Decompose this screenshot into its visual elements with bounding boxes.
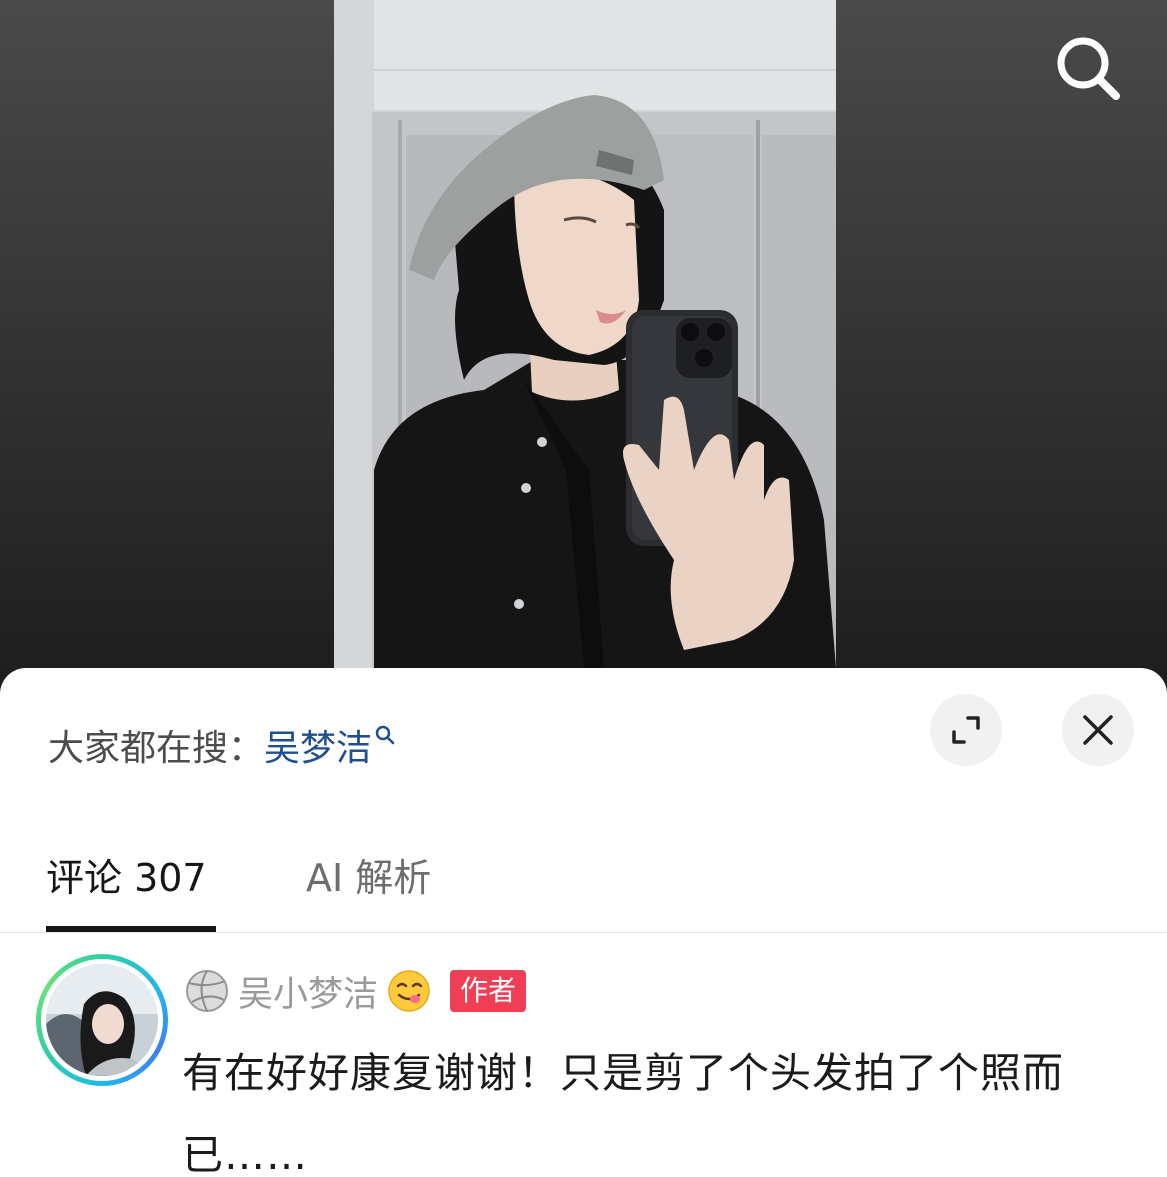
close-button[interactable] [1062,694,1134,766]
tab-bar: 评论 307 AI 解析 [0,840,1167,933]
hot-search-keyword[interactable]: 吴梦洁 [264,719,372,771]
hot-search-prefix: 大家都在搜： [48,728,265,769]
app-root: 大家都在搜： 吴梦洁 评论 307 AI 解析 吴小梦洁 作者 有在好好康复谢谢… [0,0,1167,1177]
hot-search-bar: 大家都在搜： 吴梦洁 [48,720,396,770]
avatar-ring [36,954,168,1086]
search-icon [1057,37,1120,100]
tab-ai-analysis[interactable]: AI 解析 [306,848,431,908]
comment-header: 吴小梦洁 作者 [184,966,527,1017]
comment-text: 有在好好康复谢谢！只是剪了个头发拍了个照而已…… [182,1049,1064,1177]
expand-button[interactable] [930,694,1002,766]
search-button[interactable] [1050,30,1126,106]
comment-item[interactable]: 吴小梦洁 作者 有在好好康复谢谢！只是剪了个头发拍了个照而已…… [0,940,1167,1177]
video-frame-image [334,0,836,668]
keyword-search-icon [375,725,395,745]
author-badge: 作者 [450,970,527,1012]
expand-icon [952,716,980,744]
close-icon [1083,715,1113,745]
video-player[interactable] [334,0,836,668]
volleyball-icon [186,970,228,1012]
avatar-image [46,964,158,1076]
active-tab-indicator [46,926,216,932]
yum-emoji-icon [388,970,430,1012]
tab-comments[interactable]: 评论 307 [46,848,207,908]
avatar[interactable] [46,964,158,1076]
comment-username[interactable]: 吴小梦洁 [238,966,378,1017]
